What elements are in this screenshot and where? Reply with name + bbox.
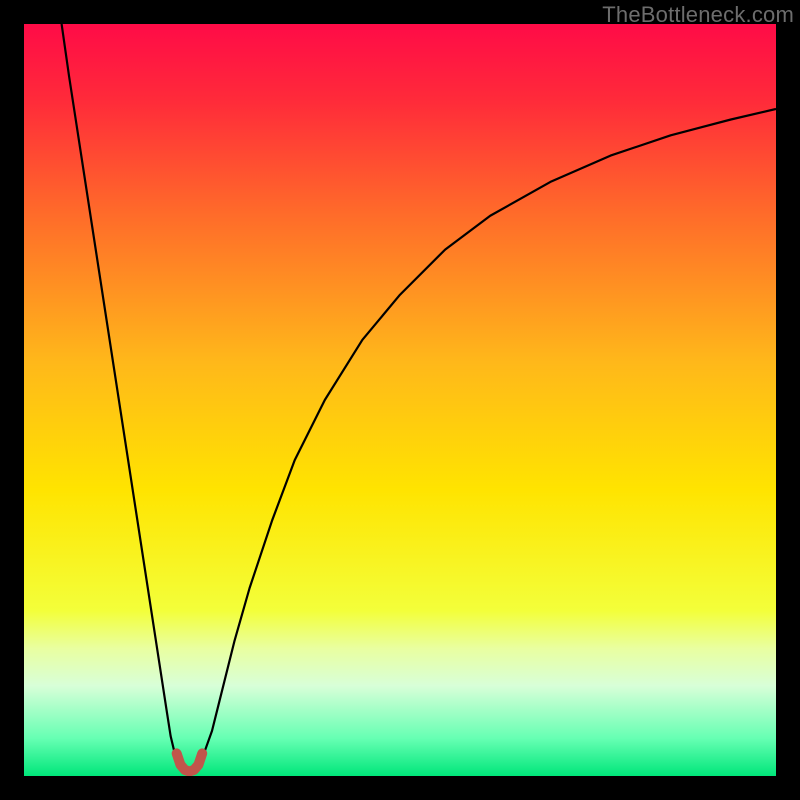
watermark-text: TheBottleneck.com	[602, 2, 794, 28]
bottleneck-chart	[24, 24, 776, 776]
plot-frame	[24, 24, 776, 776]
